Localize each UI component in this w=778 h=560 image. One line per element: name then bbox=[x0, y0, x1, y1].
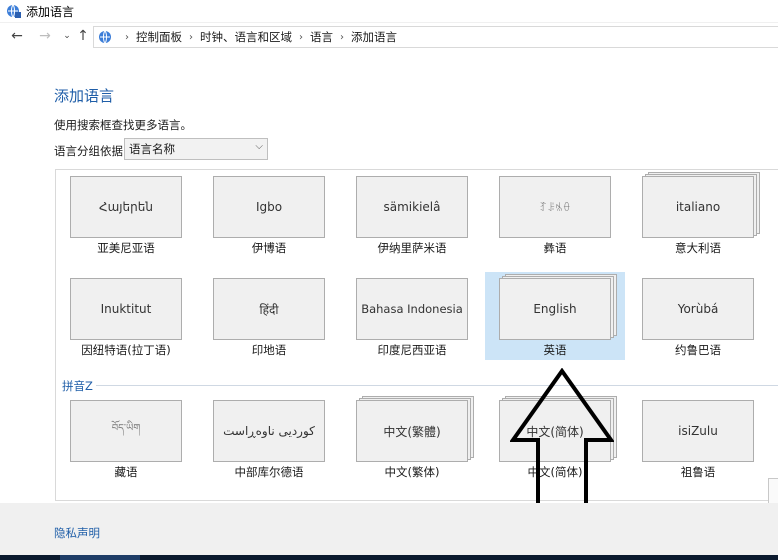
address-bar[interactable]: › 控制面板 › 时钟、语言和区域 › 语言 › 添加语言 bbox=[93, 26, 778, 48]
language-card: 中文(繁體) bbox=[356, 400, 468, 462]
language-globe-icon bbox=[7, 4, 21, 18]
group-by-value: 语言名称 bbox=[129, 142, 175, 156]
language-tile-inuktitut[interactable]: Inuktitut 因纽特语(拉丁语) bbox=[56, 272, 196, 362]
language-tile-hindi[interactable]: हिंदी 印地语 bbox=[199, 272, 339, 362]
section-header: 拼音Z bbox=[62, 379, 93, 393]
language-card: English bbox=[499, 278, 611, 340]
language-name: 印度尼西亚语 bbox=[377, 343, 447, 357]
language-tile-yoruba[interactable]: Yorùbá 约鲁巴语 bbox=[628, 272, 768, 362]
title-bar: 添加语言 bbox=[0, 0, 778, 23]
chevron-down-icon: ⌵ bbox=[255, 141, 263, 152]
breadcrumb-separator-icon: › bbox=[340, 31, 344, 43]
breadcrumb-item[interactable]: 语言 bbox=[310, 29, 333, 45]
language-tile-central-kurdish[interactable]: کوردیی ناوەڕاست 中部库尔德语 bbox=[199, 394, 339, 484]
language-card: Igbo bbox=[213, 176, 325, 238]
language-tile-armenian[interactable]: Հայերեն 亚美尼亚语 bbox=[56, 170, 196, 260]
privacy-statement-link[interactable]: 隐私声明 bbox=[54, 525, 100, 541]
language-name: 约鲁巴语 bbox=[675, 343, 721, 357]
language-name: 伊纳里萨米语 bbox=[377, 241, 447, 255]
language-card: کوردیی ناوەڕاست bbox=[213, 400, 325, 462]
language-tile-tibetan[interactable]: བོད་ཡིག 藏语 bbox=[56, 394, 196, 484]
language-name: 印地语 bbox=[251, 343, 287, 357]
taskbar-segment bbox=[60, 555, 140, 560]
language-grid: Հայերեն 亚美尼亚语 Igbo 伊博语 sämikielâ 伊纳里萨米语 … bbox=[55, 169, 778, 501]
group-by-select[interactable]: 语言名称 ⌵ bbox=[124, 138, 268, 160]
language-card: isiZulu bbox=[642, 400, 754, 462]
navigation-bar: ← → ⌄ ↑ › 控制面板 › 时钟、语言和区域 › 语言 › 添加语言 bbox=[0, 23, 778, 51]
arrow-left-icon: ← bbox=[11, 28, 23, 44]
chevron-down-icon: ⌄ bbox=[63, 31, 71, 41]
forward-button[interactable]: → bbox=[36, 27, 54, 45]
taskbar-strip bbox=[0, 555, 778, 560]
language-name: 因纽特语(拉丁语) bbox=[81, 343, 171, 357]
language-card: ꆈꌠꁱꂷ bbox=[499, 176, 611, 238]
language-card: sämikielâ bbox=[356, 176, 468, 238]
language-name: 伊博语 bbox=[251, 241, 287, 255]
language-card: Inuktitut bbox=[70, 278, 182, 340]
language-tile-igbo[interactable]: Igbo 伊博语 bbox=[199, 170, 339, 260]
annotation-up-arrow-icon bbox=[510, 368, 614, 513]
language-name: 英语 bbox=[543, 343, 567, 357]
language-tile-inari-sami[interactable]: sämikielâ 伊纳里萨米语 bbox=[342, 170, 482, 260]
control-panel-icon bbox=[99, 30, 111, 44]
breadcrumb-separator-icon: › bbox=[125, 31, 129, 43]
language-tile-zulu[interactable]: isiZulu 祖鲁语 bbox=[628, 394, 768, 484]
language-card: हिंदी bbox=[213, 278, 325, 340]
language-tile-indonesian[interactable]: Bahasa Indonesia 印度尼西亚语 bbox=[342, 272, 482, 362]
window-title: 添加语言 bbox=[26, 5, 75, 19]
arrow-right-icon: → bbox=[39, 28, 51, 44]
breadcrumb-item[interactable]: 时钟、语言和区域 bbox=[200, 29, 292, 45]
language-name: 彝语 bbox=[543, 241, 567, 255]
breadcrumb-separator-icon: › bbox=[299, 31, 303, 43]
language-name: 亚美尼亚语 bbox=[97, 241, 155, 255]
language-name: 中文(繁体) bbox=[384, 465, 440, 479]
back-button[interactable]: ← bbox=[8, 27, 26, 45]
search-hint-text: 使用搜索框查找更多语言。 bbox=[54, 118, 192, 132]
breadcrumb-item[interactable]: 控制面板 bbox=[136, 29, 182, 45]
language-name: 祖鲁语 bbox=[680, 465, 716, 479]
language-card: Bahasa Indonesia bbox=[356, 278, 468, 340]
language-card: italiano bbox=[642, 176, 754, 238]
breadcrumb: › 控制面板 › 时钟、语言和区域 › 语言 › 添加语言 bbox=[118, 29, 397, 45]
language-tile-yi[interactable]: ꆈꌠꁱꂷ 彝语 bbox=[485, 170, 625, 260]
language-tile-english[interactable]: English 英语 bbox=[485, 272, 625, 360]
language-name: 中部库尔德语 bbox=[234, 465, 304, 479]
up-button[interactable]: ↑ bbox=[74, 27, 92, 45]
language-card: བོད་ཡིག bbox=[70, 400, 182, 462]
language-name: 意大利语 bbox=[675, 241, 721, 255]
arrow-up-icon: ↑ bbox=[77, 28, 89, 44]
language-card: Yorùbá bbox=[642, 278, 754, 340]
footer: 隐私声明 bbox=[0, 503, 778, 560]
breadcrumb-item[interactable]: 添加语言 bbox=[351, 29, 397, 45]
language-tile-italian[interactable]: italiano 意大利语 bbox=[628, 170, 768, 260]
language-card: Հայերեն bbox=[70, 176, 182, 238]
language-name: 藏语 bbox=[114, 465, 138, 479]
section-divider bbox=[96, 385, 778, 386]
language-tile-chinese-traditional[interactable]: 中文(繁體) 中文(繁体) bbox=[342, 394, 482, 484]
breadcrumb-separator-icon: › bbox=[189, 31, 193, 43]
page-title: 添加语言 bbox=[54, 87, 115, 105]
group-by-label: 语言分组依据: bbox=[54, 144, 127, 158]
